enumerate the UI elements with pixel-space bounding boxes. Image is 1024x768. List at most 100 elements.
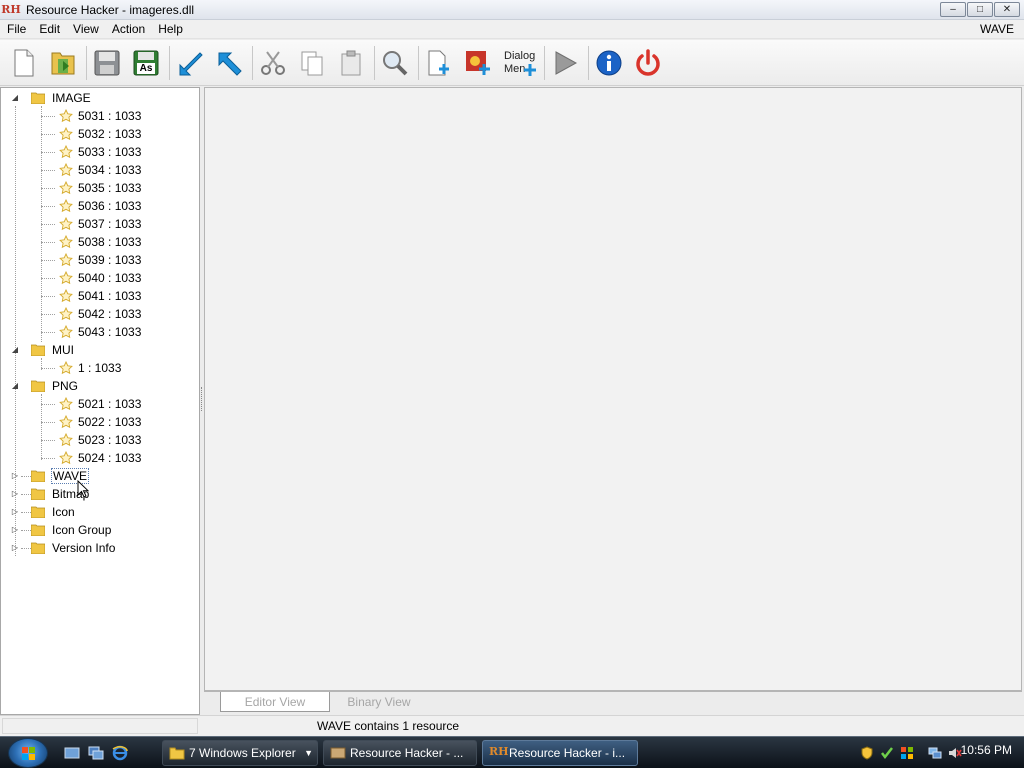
tree-item[interactable]: 5033 : 1033 [1,143,199,161]
menu-help[interactable]: Help [152,22,189,36]
expand-arrow-icon[interactable]: ▷ [11,526,19,534]
security-shield-icon[interactable] [860,746,874,760]
taskbar-clock[interactable]: 10:56 PM [961,743,1012,757]
taskbar: 7 Windows Explorer ▼ Resource Hacker - .… [0,736,1024,768]
expand-arrow-icon[interactable]: ▷ [11,544,19,552]
tree-group-png[interactable]: ◢ PNG [1,377,199,395]
folder-icon [31,542,45,554]
dialog-menu-button[interactable]: Dialog Men [499,43,539,83]
checkmark-icon[interactable] [880,746,894,760]
tree-item[interactable]: 5023 : 1033 [1,431,199,449]
expand-arrow-icon[interactable]: ▷ [11,508,19,516]
star-icon [59,433,73,447]
star-icon [59,145,73,159]
taskbar-label: 7 Windows Explorer [189,746,296,760]
tree-group-icon-group[interactable]: ▷ Icon Group [1,521,199,539]
tree-item[interactable]: 5031 : 1033 [1,107,199,125]
tree-item[interactable]: 5035 : 1033 [1,179,199,197]
menu-action[interactable]: Action [106,22,151,36]
open-button[interactable] [45,43,81,83]
folder-icon [31,470,45,482]
save-as-button[interactable]: As [128,43,164,83]
import-button[interactable] [172,43,208,83]
taskbar-button-resource-hacker-2[interactable]: RH Resource Hacker - i... [482,740,638,766]
star-icon [59,397,73,411]
tree-item[interactable]: 5022 : 1033 [1,413,199,431]
star-icon [59,271,73,285]
tree-item[interactable]: 5036 : 1033 [1,197,199,215]
add-resource-button[interactable] [421,43,457,83]
export-button[interactable] [211,43,247,83]
editor-pane[interactable] [204,87,1022,691]
tree-item[interactable]: 5039 : 1033 [1,251,199,269]
tree-group-bitmap[interactable]: ▷ Bitmap [1,485,199,503]
tree-item[interactable]: 5043 : 1033 [1,323,199,341]
resource-tree[interactable]: ◢ IMAGE 5031 : 1033 5032 : 1033 5033 : 1… [0,87,200,715]
copy-button[interactable] [294,43,330,83]
menu-view[interactable]: View [67,22,105,36]
tree-item[interactable]: 5042 : 1033 [1,305,199,323]
star-icon [59,181,73,195]
tree-item-label: 5034 : 1033 [78,163,142,177]
menu-file[interactable]: File [1,22,32,36]
cut-button[interactable] [255,43,291,83]
exit-button[interactable] [630,43,666,83]
tree-group-label: Version Info [52,541,116,555]
folder-icon [31,524,45,536]
tree-item[interactable]: 5040 : 1033 [1,269,199,287]
toolbar-separator [169,45,170,80]
maximize-button[interactable]: □ [967,2,993,17]
folder-icon [31,92,45,104]
paste-button[interactable] [333,43,369,83]
tab-editor-view[interactable]: Editor View [220,692,330,712]
tree-item[interactable]: 5041 : 1033 [1,287,199,305]
save-as-label: As [139,63,153,74]
tree-item[interactable]: 5038 : 1033 [1,233,199,251]
star-icon [59,217,73,231]
switch-windows-icon[interactable] [88,745,104,761]
run-button[interactable] [547,43,583,83]
tab-binary-view[interactable]: Binary View [334,692,424,712]
star-icon [59,253,73,267]
collapse-arrow-icon[interactable]: ◢ [11,346,19,354]
internet-explorer-icon[interactable] [112,745,128,761]
tree-item[interactable]: 5032 : 1033 [1,125,199,143]
menu-edit[interactable]: Edit [33,22,66,36]
collapse-arrow-icon[interactable]: ◢ [11,94,19,102]
new-file-icon [14,49,34,76]
tree-group-icon[interactable]: ▷ Icon [1,503,199,521]
tree-item[interactable]: 5034 : 1033 [1,161,199,179]
taskbar-button-resource-hacker-1[interactable]: Resource Hacker - ... [323,740,477,766]
show-desktop-icon[interactable] [64,745,80,761]
expand-arrow-icon[interactable]: ▷ [11,490,19,498]
start-button[interactable] [8,738,48,768]
tree-item[interactable]: 1 : 1033 [1,359,199,377]
tree-item-label: 5033 : 1033 [78,145,142,159]
tree-item[interactable]: 5024 : 1033 [1,449,199,467]
add-image-button[interactable] [460,43,496,83]
close-button[interactable]: ✕ [994,2,1020,17]
windows-update-icon[interactable] [900,746,914,760]
taskbar-button-explorer[interactable]: 7 Windows Explorer ▼ [162,740,318,766]
toolbar-separator [544,45,545,80]
tree-item[interactable]: 5021 : 1033 [1,395,199,413]
splitter-grip[interactable] [201,387,203,411]
tree-group-mui[interactable]: ◢ MUI [1,341,199,359]
expand-arrow-icon[interactable]: ▷ [11,472,19,480]
tree-group-image[interactable]: ◢ IMAGE [1,89,199,107]
tree-group-wave[interactable]: ▷ WAVE [1,467,199,485]
network-icon[interactable] [928,746,942,760]
new-file-button[interactable] [6,43,42,83]
search-button[interactable] [377,43,413,83]
tree-group-version-info[interactable]: ▷ Version Info [1,539,199,557]
minimize-button[interactable]: – [940,2,966,17]
info-button[interactable] [591,43,627,83]
collapse-arrow-icon[interactable]: ◢ [11,382,19,390]
tree-item-label: 5022 : 1033 [78,415,142,429]
tree-item-label: 5024 : 1033 [78,451,142,465]
tree-item[interactable]: 5037 : 1033 [1,215,199,233]
save-button[interactable] [89,43,125,83]
star-icon [59,361,73,375]
power-icon [636,48,660,76]
star-icon [59,163,73,177]
